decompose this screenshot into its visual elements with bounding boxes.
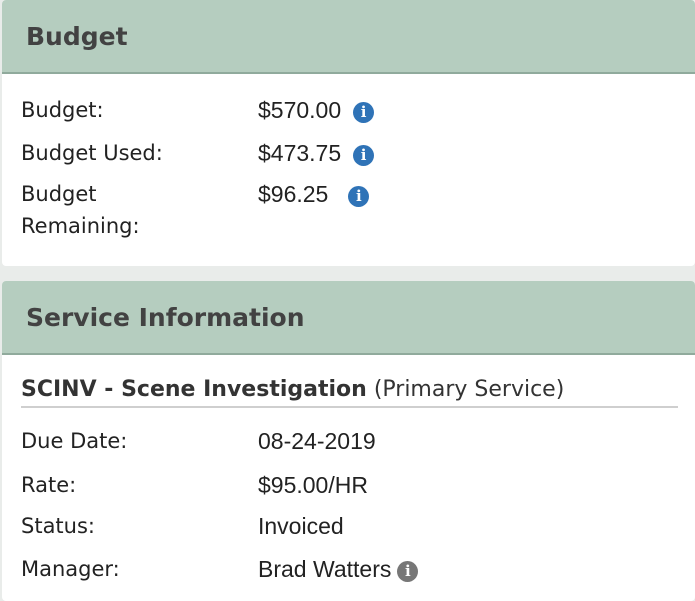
budget-remaining-label: Budget Remaining: [21, 182, 140, 238]
budget-label: Budget: [21, 98, 104, 122]
due-date-value: 08-24-2019 [258, 428, 376, 454]
budget-value-wrap: $570.00 i [258, 94, 375, 126]
rate-label: Rate: [21, 473, 77, 497]
status-value: Invoiced [258, 513, 344, 539]
service-information-panel: Service Information SCINV - Scene Invest… [2, 281, 695, 601]
budget-used-value-wrap: $473.75 i [258, 137, 375, 169]
service-note: (Primary Service) [373, 377, 565, 402]
due-date-label: Due Date: [21, 429, 128, 453]
manager-label: Manager: [21, 557, 120, 581]
budget-used-value: $473.75 [258, 140, 342, 166]
budget-remaining-value: $96.25 [258, 181, 329, 207]
budget-remaining-value-wrap: $96.25 i [258, 178, 370, 210]
budget-remaining-info-icon[interactable]: i [348, 186, 370, 207]
budget-used-label: Budget Used: [21, 141, 163, 165]
service-name: SCINV - Scene Investigation [21, 377, 367, 402]
budget-value: $570.00 [258, 97, 342, 123]
service-heading: SCINV - Scene Investigation (Primary Ser… [21, 377, 678, 408]
budget-panel-title: Budget [2, 0, 695, 74]
manager-info-icon[interactable]: i [397, 561, 419, 582]
manager-value-wrap: Brad Watters i [258, 553, 419, 585]
budget-info-icon[interactable]: i [353, 102, 375, 123]
budget-used-info-icon[interactable]: i [353, 145, 375, 166]
budget-panel: Budget Budget: $570.00 i Budget Used: $47… [2, 0, 695, 266]
manager-value: Brad Watters [258, 556, 392, 582]
service-panel-title: Service Information [2, 281, 695, 355]
status-label: Status: [21, 514, 95, 538]
rate-value: $95.00/HR [258, 472, 368, 498]
